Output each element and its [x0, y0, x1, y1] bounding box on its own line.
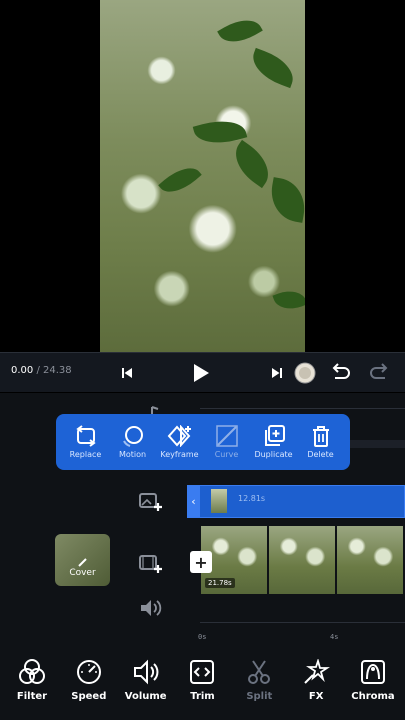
fx-button[interactable]: FX	[288, 645, 344, 720]
duplicate-button[interactable]: Duplicate	[251, 425, 297, 459]
fx-label: FX	[308, 691, 324, 702]
chevron-left-icon: ‹	[191, 495, 196, 508]
speed-label: Speed	[71, 691, 107, 702]
video-preview-area	[0, 0, 405, 352]
trim-button[interactable]: Trim	[174, 645, 230, 720]
curve-icon	[215, 425, 238, 447]
cover-button[interactable]: Cover	[55, 534, 110, 586]
trim-label: Trim	[190, 691, 215, 702]
replace-label: Replace	[69, 450, 102, 459]
overlay-clip-thumbnail	[211, 489, 227, 513]
delete-icon	[312, 426, 329, 447]
motion-label: Motion	[118, 450, 147, 459]
volume-label: Volume	[124, 691, 167, 702]
delete-label: Delete	[307, 450, 334, 459]
replace-button[interactable]: Replace	[63, 425, 109, 459]
overlay-clip-duration: 12.81s	[238, 494, 266, 503]
keyframe-label: Keyframe	[160, 450, 199, 459]
time-separator: /	[33, 365, 43, 376]
main-clip-duration: 21.78s	[205, 578, 235, 588]
cover-label: Cover	[69, 568, 96, 578]
total-time: 24.38	[43, 365, 72, 376]
keyframe-icon	[167, 425, 191, 447]
time-readout: 0.00 / 24.38	[11, 365, 72, 376]
duplicate-icon	[264, 425, 285, 446]
motion-icon	[122, 426, 143, 447]
bottom-toolbar: Filter Speed Volume Trim Split FX Chroma	[0, 645, 405, 720]
clip-frame	[269, 526, 337, 594]
skip-to-start-button[interactable]	[115, 361, 139, 385]
redo-button[interactable]	[368, 361, 392, 385]
undo-button[interactable]	[328, 361, 352, 385]
add-clip-track-icon[interactable]	[138, 553, 164, 575]
skip-end-icon	[272, 368, 282, 378]
volume-button[interactable]: Volume	[118, 645, 174, 720]
video-preview[interactable]	[100, 0, 305, 352]
split-label: Split	[246, 691, 273, 702]
chroma-icon	[360, 660, 385, 684]
timeline-ruler	[200, 622, 405, 623]
chroma-button[interactable]: Chroma	[345, 645, 401, 720]
skip-to-end-button[interactable]	[265, 361, 289, 385]
music-track-lane	[200, 408, 405, 409]
volume-icon	[133, 659, 159, 685]
curve-button[interactable]: Curve	[204, 425, 250, 459]
fx-icon	[304, 659, 331, 684]
play-icon	[194, 364, 209, 382]
add-clip-button[interactable]: +	[190, 551, 212, 573]
keyframe-button[interactable]: Keyframe	[157, 425, 203, 459]
add-overlay-icon[interactable]	[138, 491, 164, 513]
clip-frame	[337, 526, 405, 594]
ruler-tick-4: 4s	[330, 633, 339, 641]
clip-context-menu: Replace Motion Keyframe Curve Duplicate …	[56, 414, 350, 470]
color-swatch-icon	[294, 362, 316, 384]
delete-button[interactable]: Delete	[298, 425, 344, 459]
filter-label: Filter	[16, 691, 48, 702]
ruler-tick-0: 0s	[198, 633, 207, 641]
motion-button[interactable]: Motion	[110, 425, 156, 459]
duplicate-label: Duplicate	[254, 450, 293, 459]
split-icon	[248, 660, 271, 684]
curve-label: Curve	[214, 450, 239, 459]
current-time: 0.00	[11, 365, 34, 376]
play-button[interactable]	[189, 361, 213, 385]
speed-icon	[76, 660, 101, 684]
filter-button[interactable]: Filter	[4, 645, 60, 720]
chroma-label: Chroma	[351, 691, 395, 702]
pencil-icon	[77, 558, 87, 567]
filter-icon	[19, 659, 45, 684]
plus-icon: +	[194, 552, 208, 572]
undo-icon	[332, 363, 350, 379]
speed-button[interactable]: Speed	[61, 645, 117, 720]
skip-start-icon	[122, 368, 132, 378]
split-button[interactable]: Split	[231, 645, 287, 720]
redo-icon	[370, 363, 388, 379]
trim-icon	[190, 660, 215, 684]
playback-bar: 0.00 / 24.38	[0, 352, 405, 392]
overlay-clip-trim-handle[interactable]: ‹	[187, 485, 200, 518]
color-picker-button[interactable]	[293, 361, 317, 385]
audio-volume-track-icon[interactable]	[138, 597, 164, 619]
replace-icon	[75, 425, 96, 447]
